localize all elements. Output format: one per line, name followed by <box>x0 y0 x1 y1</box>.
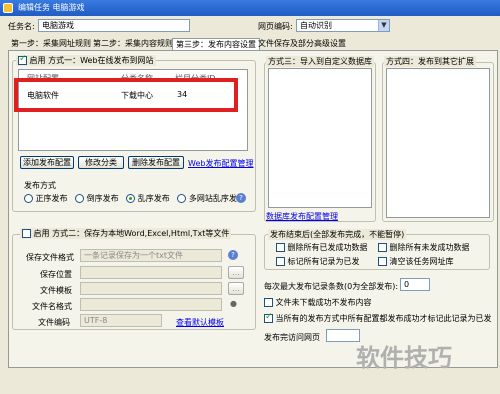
mark-label: 当所有的发布方式中所有配置都发布成功才标记此记录为已发 <box>275 314 492 323</box>
after-option[interactable]: 删除所有已发成功数据 <box>276 242 368 253</box>
mark-checkbox[interactable] <box>264 313 273 323</box>
after-option[interactable]: 清空该任务网址库 <box>378 256 454 267</box>
app-icon <box>3 3 13 13</box>
task-name-input[interactable]: 电脑游戏 <box>38 19 190 32</box>
highlight-box <box>14 78 238 112</box>
publish-mode-options: 正序发布 倒序发布 乱序发布 多网站乱序发布 <box>24 193 245 204</box>
view-default-template-link[interactable]: 查看默认模板 <box>176 317 224 328</box>
file-encoding-select[interactable]: UTF-8 <box>80 314 162 327</box>
radio-multisite[interactable] <box>177 194 187 203</box>
edit-category-button[interactable]: 修改分类 <box>78 156 124 169</box>
file-template-input[interactable] <box>80 282 222 295</box>
max-records-label: 每次最大发布记录条数(0为全部发布): <box>264 282 399 291</box>
method3-list[interactable] <box>268 68 372 208</box>
no-download-checkbox[interactable] <box>264 298 273 307</box>
after-publish-title: 发布结束后(全部发布完成，不能暂停) <box>268 229 407 240</box>
method2-label: 启用 方式二：保存为本地Word,Excel,Html,Txt等文件 <box>33 229 230 238</box>
radio-random[interactable] <box>126 194 136 203</box>
no-download-option[interactable]: 文件未下载成功不发布内容 <box>264 297 372 308</box>
window-title: 编辑任务 电脑游戏 <box>18 3 85 12</box>
radio-random-label: 乱序发布 <box>137 194 170 203</box>
method4-list[interactable] <box>386 68 490 218</box>
radio-reverse[interactable] <box>75 194 85 203</box>
option-label: 删除所有已发成功数据 <box>287 243 368 252</box>
window-titlebar: 编辑任务 电脑游戏 <box>0 0 500 16</box>
mic-icon: ● <box>230 299 237 308</box>
database-publish-manage-link[interactable]: 数据库发布配置管理 <box>266 211 338 222</box>
delete-publish-config-button[interactable]: 删除发布配置 <box>128 156 184 169</box>
option-checkbox[interactable] <box>276 257 285 266</box>
watermark-text: 软件技巧 <box>356 344 452 372</box>
method4-title: 方式四：发布到其它扩展 <box>384 56 476 67</box>
help-icon[interactable]: ? <box>228 250 238 260</box>
option-checkbox[interactable] <box>378 243 387 252</box>
method1-checkbox[interactable] <box>18 54 27 65</box>
visit-after-publish-label: 发布完访问网页 <box>264 333 320 342</box>
save-location-input[interactable] <box>80 266 222 279</box>
save-location-label: 保存位置 <box>40 270 72 279</box>
file-template-label: 文件模板 <box>40 286 72 295</box>
after-option[interactable]: 标记所有记录为已发 <box>276 256 360 267</box>
publish-mode-label: 发布方式 <box>24 181 56 190</box>
file-name-format-label: 文件名格式 <box>32 302 72 311</box>
option-label: 清空该任务网址库 <box>389 257 454 266</box>
browse-template-button[interactable]: ... <box>228 282 244 295</box>
no-download-label: 文件未下载成功不发布内容 <box>275 298 372 307</box>
option-checkbox[interactable] <box>378 257 387 266</box>
method2-checkbox[interactable] <box>22 229 31 238</box>
after-option[interactable]: 删除所有未发成功数据 <box>378 242 470 253</box>
option-label: 标记所有记录为已发 <box>287 257 360 266</box>
option-label: 删除所有未发成功数据 <box>389 243 470 252</box>
chevron-down-icon[interactable]: ▼ <box>378 20 389 31</box>
radio-forward-label: 正序发布 <box>35 194 68 203</box>
browse-location-button[interactable]: ... <box>228 266 244 279</box>
add-publish-config-button[interactable]: 添加发布配置 <box>20 156 74 169</box>
method2-title: 启用 方式二：保存为本地Word,Excel,Html,Txt等文件 <box>20 228 232 239</box>
mark-option[interactable]: 当所有的发布方式中所有配置都发布成功才标记此记录为已发 <box>264 313 496 324</box>
file-encoding-label: 文件编码 <box>38 318 70 327</box>
encoding-select[interactable]: 自动识别 ▼ <box>296 19 390 32</box>
radio-reverse-label: 倒序发布 <box>86 194 119 203</box>
method3-title: 方式三：导入到自定义数据库 <box>266 56 374 67</box>
method1-title: 启用 方式一：Web在线发布到网站 <box>16 54 156 66</box>
max-records-input[interactable]: 0 <box>400 278 430 291</box>
help-icon[interactable]: ? <box>236 193 246 203</box>
method1-label: 启用 方式一：Web在线发布到网站 <box>29 56 154 65</box>
option-checkbox[interactable] <box>276 243 285 252</box>
web-publish-manage-link[interactable]: Web发布配置管理 <box>188 158 253 169</box>
encoding-value: 自动识别 <box>300 21 332 30</box>
visit-after-publish-input[interactable] <box>326 329 360 342</box>
save-format-label: 保存文件格式 <box>26 253 74 262</box>
encoding-label: 网页编码: <box>258 22 293 31</box>
file-name-format-input[interactable] <box>80 298 222 311</box>
radio-forward[interactable] <box>24 194 33 203</box>
task-name-label: 任务名: <box>8 22 35 31</box>
save-format-select[interactable]: 一条记录保存为一个txt文件 <box>80 249 222 262</box>
